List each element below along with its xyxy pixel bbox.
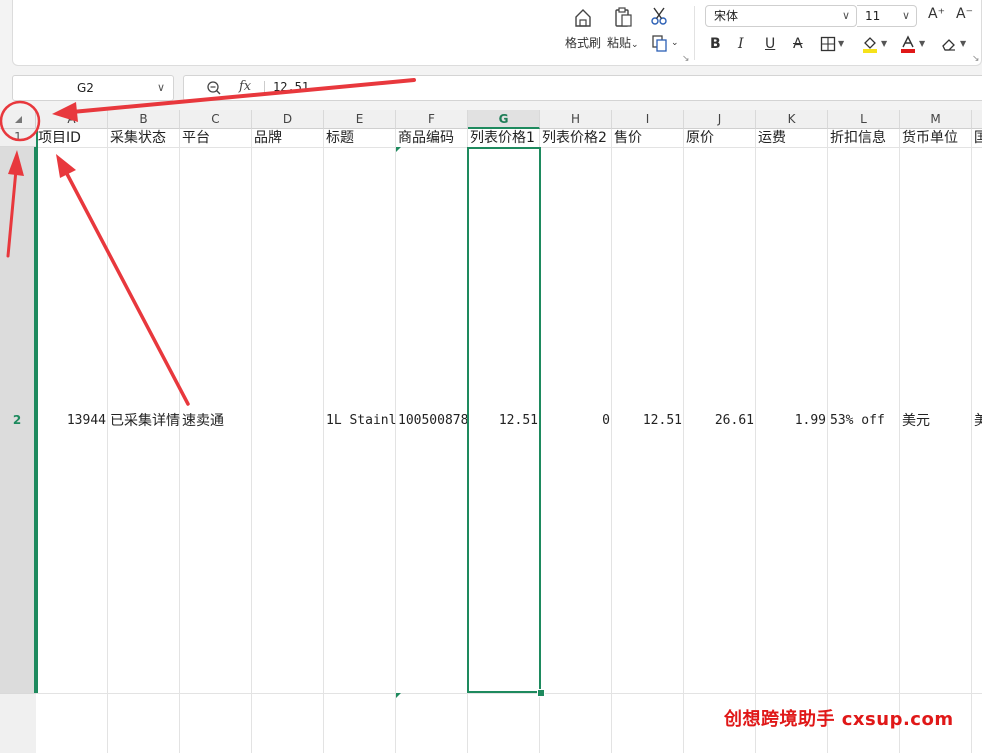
- row-header-2[interactable]: 2: [0, 147, 36, 693]
- cell-l1[interactable]: 折扣信息: [828, 129, 900, 147]
- column-header-n[interactable]: [972, 110, 982, 129]
- fill-handle[interactable]: [537, 689, 545, 697]
- select-all-button[interactable]: [0, 110, 36, 129]
- row-header-1[interactable]: 1: [0, 129, 36, 147]
- cell-b2[interactable]: 已采集详情: [108, 411, 180, 431]
- cell-j1[interactable]: 原价: [684, 129, 756, 147]
- column-header-c[interactable]: C: [180, 110, 252, 129]
- cell-f2[interactable]: 100500878: [396, 411, 468, 431]
- gridline: [611, 129, 612, 753]
- active-cell-selection: [467, 147, 541, 693]
- cell-h1[interactable]: 列表价格2: [540, 129, 612, 147]
- column-header-h[interactable]: H: [540, 110, 612, 129]
- cell-j2[interactable]: 26.61: [684, 411, 756, 431]
- spreadsheet: A B C D E F G H I J K L M 1 2 项目ID 采集状态 …: [0, 0, 982, 753]
- column-header-g[interactable]: G: [468, 110, 540, 129]
- cell-grid[interactable]: 项目ID 采集状态 平台 品牌 标题 商品编码 列表价格1 列表价格2 售价 原…: [36, 129, 982, 753]
- cell-a2[interactable]: 13944: [36, 411, 108, 431]
- gridline: [827, 129, 828, 753]
- cell-f1[interactable]: 商品编码: [396, 129, 468, 147]
- cell-i1[interactable]: 售价: [612, 129, 684, 147]
- cell-l2[interactable]: 53% off: [828, 411, 900, 431]
- gridline: [323, 129, 324, 753]
- cell-m1[interactable]: 货币单位: [900, 129, 972, 147]
- column-header-m[interactable]: M: [900, 110, 972, 129]
- gridline: [971, 129, 972, 753]
- gridline: [899, 129, 900, 753]
- gridline: [683, 129, 684, 753]
- cell-i2[interactable]: 12.51: [612, 411, 684, 431]
- cell-b1[interactable]: 采集状态: [108, 129, 180, 147]
- cell-d2[interactable]: [252, 411, 324, 431]
- select-all-triangle-icon: [15, 116, 22, 123]
- cell-c2[interactable]: 速卖通: [180, 411, 252, 431]
- cell-e1[interactable]: 标题: [324, 129, 396, 147]
- error-indicator: [396, 147, 401, 152]
- gridline: [395, 129, 396, 753]
- cell-n1[interactable]: 国: [972, 129, 982, 147]
- cell-k1[interactable]: 运费: [756, 129, 828, 147]
- gridline: [107, 129, 108, 753]
- cell-e2[interactable]: 1L Stainless: [324, 411, 396, 431]
- column-header-i[interactable]: I: [612, 110, 684, 129]
- cell-n2[interactable]: 美: [972, 411, 982, 431]
- cell-k2[interactable]: 1.99: [756, 411, 828, 431]
- error-indicator: [396, 693, 401, 698]
- cell-c1[interactable]: 平台: [180, 129, 252, 147]
- cell-d1[interactable]: 品牌: [252, 129, 324, 147]
- column-header-l[interactable]: L: [828, 110, 900, 129]
- gridline: [755, 129, 756, 753]
- column-header-k[interactable]: K: [756, 110, 828, 129]
- column-header-e[interactable]: E: [324, 110, 396, 129]
- cell-m2[interactable]: 美元: [900, 411, 972, 431]
- column-header-j[interactable]: J: [684, 110, 756, 129]
- gridline: [251, 129, 252, 753]
- row-header-3[interactable]: [0, 693, 36, 753]
- column-header-b[interactable]: B: [108, 110, 180, 129]
- gridline: [36, 693, 982, 694]
- watermark: 创想跨境助手 cxsup.com: [724, 709, 954, 730]
- cell-g1[interactable]: 列表价格1: [468, 129, 540, 147]
- column-header-d[interactable]: D: [252, 110, 324, 129]
- column-header-a[interactable]: A: [36, 110, 108, 129]
- cell-a1[interactable]: 项目ID: [36, 129, 108, 147]
- column-header-f[interactable]: F: [396, 110, 468, 129]
- gridline: [179, 129, 180, 753]
- cell-h2[interactable]: 0: [540, 411, 612, 431]
